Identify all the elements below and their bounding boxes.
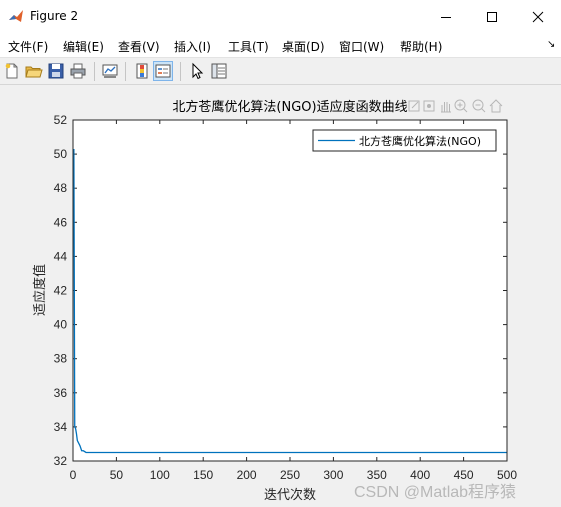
legend-label: 北方苍鹰优化算法(NGO) — [359, 134, 481, 148]
x-tick-label: 100 — [150, 468, 170, 482]
close-icon — [532, 11, 544, 22]
axes-toolbar — [408, 99, 503, 113]
menu-file[interactable]: 文件(F) — [8, 38, 48, 55]
x-tick-label: 50 — [110, 468, 124, 482]
menu-dock-arrow-icon[interactable]: ↘ — [547, 39, 555, 50]
y-axis-label: 适应度值 — [32, 264, 48, 316]
minimize-button[interactable] — [423, 0, 469, 33]
axes-background — [73, 120, 507, 461]
y-tick-label: 48 — [54, 181, 68, 195]
x-tick-label: 0 — [70, 468, 77, 482]
x-tick-label: 250 — [280, 468, 300, 482]
y-tick-label: 34 — [54, 420, 68, 434]
save-icon[interactable] — [47, 62, 65, 80]
y-tick-label: 44 — [54, 249, 68, 263]
property-inspector-icon[interactable] — [210, 62, 228, 80]
menu-tools[interactable]: 工具(T) — [228, 38, 269, 55]
toolbar-separator — [94, 62, 95, 81]
menu-insert[interactable]: 插入(I) — [174, 38, 211, 55]
pan-hand-icon[interactable] — [441, 102, 451, 113]
y-tick-label: 40 — [54, 318, 68, 332]
new-figure-icon[interactable] — [3, 62, 21, 80]
y-tick-label: 46 — [54, 215, 68, 229]
y-tick-label: 42 — [54, 284, 68, 298]
link-plot-icon[interactable] — [101, 62, 119, 80]
fitness-curve-chart[interactable]: 0 50 100 150 200 250 300 350 400 450 5003234363840… — [0, 85, 561, 507]
x-tick-label: 150 — [193, 468, 213, 482]
legend[interactable]: 北方苍鹰优化算法(NGO) — [312, 129, 497, 152]
menu-help[interactable]: 帮助(H) — [400, 38, 442, 55]
insert-colorbar-icon[interactable] — [133, 62, 151, 80]
toolbar-separator — [180, 62, 181, 81]
x-tick-label: 200 — [237, 468, 257, 482]
y-tick-label: 32 — [54, 454, 68, 468]
maximize-button[interactable] — [469, 0, 515, 33]
close-button[interactable] — [515, 0, 561, 33]
menu-desktop[interactable]: 桌面(D) — [282, 38, 325, 55]
zoom-in-icon[interactable] — [454, 99, 468, 113]
insert-legend-icon[interactable] — [153, 61, 173, 81]
zoom-out-icon[interactable] — [472, 99, 486, 113]
matlab-logo-icon — [8, 8, 24, 24]
restore-view-home-icon[interactable] — [489, 99, 503, 113]
minimize-icon — [441, 16, 451, 18]
figure-toolbar — [0, 57, 561, 85]
menu-edit[interactable]: 编辑(E) — [63, 38, 104, 55]
window-title: Figure 2 — [30, 9, 79, 23]
menu-view[interactable]: 查看(V) — [118, 38, 160, 55]
y-tick-label: 52 — [54, 113, 68, 127]
menu-bar: 文件(F) 编辑(E) 查看(V) 插入(I) 工具(T) 桌面(D) 窗口(W… — [0, 33, 561, 57]
chart-title: 北方苍鹰优化算法(NGO)适应度函数曲线 — [172, 99, 407, 115]
maximize-icon — [487, 11, 497, 22]
y-tick-label: 50 — [54, 147, 68, 161]
open-file-icon[interactable] — [25, 62, 43, 80]
title-bar: Figure 2 — [0, 0, 561, 33]
toolbar-separator — [125, 62, 126, 81]
print-icon[interactable] — [69, 62, 87, 80]
csdn-watermark: CSDN @Matlab程序猿 — [354, 484, 517, 501]
menu-window[interactable]: 窗口(W) — [339, 38, 384, 55]
data-tips-icon[interactable] — [423, 100, 435, 112]
x-axis-label: 迭代次数 — [264, 487, 316, 503]
x-tick-label: 300 — [323, 468, 343, 482]
y-tick-label: 36 — [54, 386, 68, 400]
y-tick-label: 38 — [54, 352, 68, 366]
edit-plot-pointer-icon[interactable] — [188, 62, 206, 80]
brush-icon[interactable] — [408, 100, 420, 112]
